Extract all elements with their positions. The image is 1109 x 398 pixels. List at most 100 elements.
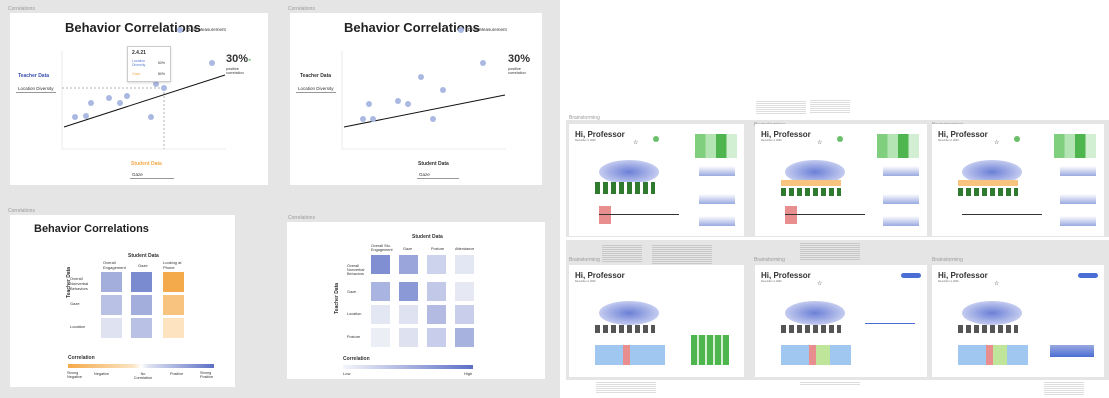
blue-blob xyxy=(599,301,659,325)
matrix-cell[interactable] xyxy=(427,305,446,324)
x-axis-select[interactable]: Gaze xyxy=(130,171,174,179)
matrix-cell[interactable] xyxy=(399,328,418,347)
blue-blob xyxy=(599,160,659,184)
note-text-block xyxy=(756,100,806,114)
date: December 4, 2020 xyxy=(575,280,596,283)
data-point[interactable] xyxy=(360,116,366,122)
matrix-cell[interactable] xyxy=(399,305,418,324)
timeline-line xyxy=(785,214,865,215)
date: December 4, 2020 xyxy=(938,280,959,283)
greeting: Hi, Professor xyxy=(938,271,988,280)
greeting: Hi, Professor xyxy=(761,271,811,280)
data-point[interactable] xyxy=(106,95,112,101)
data-point[interactable] xyxy=(366,101,372,107)
chart-blue xyxy=(1060,194,1096,204)
heatmap-green xyxy=(1054,134,1096,158)
row-label: Gaze xyxy=(70,301,80,306)
greeting: Hi, Professor xyxy=(938,130,988,139)
legend-high: High xyxy=(464,371,473,376)
dashboard-mockup[interactable]: Hi, Professor December 4, 2020 ☆ xyxy=(569,124,744,236)
data-point[interactable] xyxy=(148,114,154,120)
y-axis-label: Teacher Data xyxy=(18,73,50,79)
data-point[interactable] xyxy=(395,98,401,104)
matrix-card-diverging: Behavior Correlations Student Data Teach… xyxy=(10,215,235,387)
data-point[interactable] xyxy=(430,116,436,122)
matrix-cell[interactable] xyxy=(131,272,152,292)
scatter-card-plain: Behavior Correlations Daily Measurement … xyxy=(290,13,542,185)
data-point[interactable] xyxy=(418,74,424,80)
legend-label: Strong Negative xyxy=(67,371,82,379)
greeting: Hi, Professor xyxy=(761,130,811,139)
correlation-scale-bar xyxy=(343,365,473,369)
green-seats xyxy=(958,188,1018,196)
matrix-cell[interactable] xyxy=(455,305,474,324)
matrix-cell[interactable] xyxy=(131,295,152,315)
matrix-cell[interactable] xyxy=(399,282,418,301)
tooltip: 2.4.21 Location Diversity 60% Gaze 80% xyxy=(127,46,171,82)
gray-seats xyxy=(595,325,655,333)
timeline-red xyxy=(599,206,611,224)
matrix-cell[interactable] xyxy=(371,255,390,274)
matrix-cell[interactable] xyxy=(163,318,184,338)
chart-blue xyxy=(699,216,735,226)
matrix-cell[interactable] xyxy=(455,328,474,347)
x-axis-select[interactable]: Gaze xyxy=(417,171,459,179)
legend-dot-icon xyxy=(458,27,464,33)
blue-blob xyxy=(785,301,845,325)
data-point[interactable] xyxy=(124,93,130,99)
blue-button[interactable] xyxy=(901,273,921,278)
matrix-cell[interactable] xyxy=(101,272,122,292)
matrix-cell[interactable] xyxy=(427,282,446,301)
card-title: Behavior Correlations xyxy=(34,223,149,235)
legend-label: Strong Positive xyxy=(200,371,214,379)
timeline-band xyxy=(958,345,1028,365)
legend-title: Correlation xyxy=(343,356,370,362)
matrix-cell[interactable] xyxy=(427,255,446,274)
gray-seats xyxy=(958,325,1018,333)
tooltip-row1-value: 60% xyxy=(158,61,166,65)
data-point[interactable] xyxy=(405,101,411,107)
correlation-scale-bar xyxy=(68,364,214,368)
chart-blue xyxy=(699,166,735,176)
green-status-icon xyxy=(653,136,659,142)
blue-blob xyxy=(962,301,1022,325)
dashboard-mockup[interactable]: Hi, Professor December 4, 2020 ☆ xyxy=(755,124,927,236)
section-label: Brainstorming xyxy=(754,257,785,263)
matrix-cell[interactable] xyxy=(101,318,122,338)
column-label: Posture xyxy=(431,247,445,251)
y-axis-label: Teacher Data xyxy=(300,73,332,79)
matrix-cell[interactable] xyxy=(455,282,474,301)
data-point[interactable] xyxy=(88,100,94,106)
blue-button[interactable] xyxy=(1078,273,1098,278)
data-point[interactable] xyxy=(83,113,89,119)
dashboard-mockup[interactable]: Hi, Professor December 4, 2020 ☆ xyxy=(932,265,1104,377)
data-point[interactable] xyxy=(480,60,486,66)
matrix-cell[interactable] xyxy=(101,295,122,315)
matrix-cell[interactable] xyxy=(371,305,390,324)
note-text-block xyxy=(652,244,712,266)
dashboard-mockup[interactable]: Hi, Professor December 4, 2020 ☆ xyxy=(755,265,927,377)
chart-blue xyxy=(883,166,919,176)
matrix-cell[interactable] xyxy=(399,255,418,274)
data-point[interactable] xyxy=(161,85,167,91)
data-point[interactable] xyxy=(72,114,78,120)
note-text-block xyxy=(800,381,860,385)
matrix-cell[interactable] xyxy=(131,318,152,338)
matrix-cell[interactable] xyxy=(427,328,446,347)
legend-label: Negative xyxy=(94,372,109,376)
matrix-cell[interactable] xyxy=(163,272,184,292)
data-point[interactable] xyxy=(209,60,215,66)
data-point[interactable] xyxy=(440,87,446,93)
column-label: Gaze xyxy=(138,263,148,268)
row-label: Location xyxy=(70,324,86,329)
matrix-cell[interactable] xyxy=(371,282,390,301)
matrix-cell[interactable] xyxy=(455,255,474,274)
dashboard-mockup[interactable]: Hi, Professor December 4, 2020 xyxy=(569,265,744,377)
date: December 4, 2020 xyxy=(761,139,782,142)
data-point[interactable] xyxy=(117,100,123,106)
matrix-cell[interactable] xyxy=(371,328,390,347)
star-icon: ☆ xyxy=(994,140,1000,146)
data-point[interactable] xyxy=(370,116,376,122)
matrix-cell[interactable] xyxy=(163,295,184,315)
dashboard-mockup[interactable]: Hi, Professor December 4, 2020 ☆ xyxy=(932,124,1104,236)
